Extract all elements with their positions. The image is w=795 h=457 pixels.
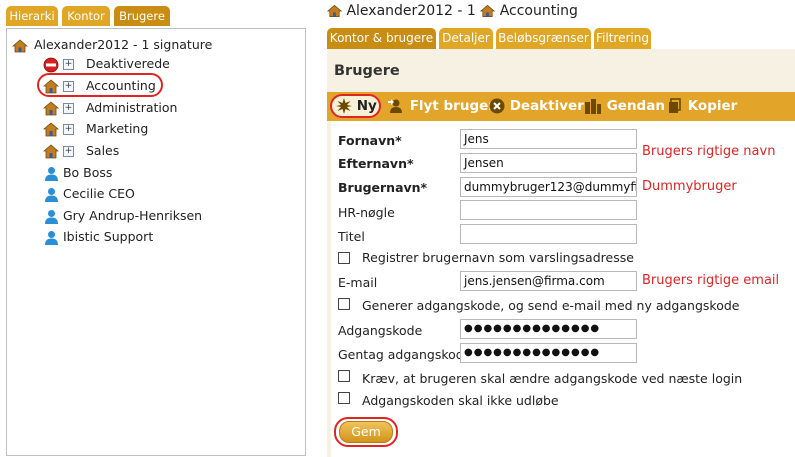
tree-user-item[interactable]: Gry Andrup-Henriksen [44, 207, 202, 225]
tree-user-item[interactable]: Bo Boss [44, 164, 112, 182]
user-icon [45, 188, 58, 202]
restore-button[interactable]: Gendan [584, 92, 665, 121]
user-icon [45, 231, 58, 245]
repeat-password-label: Gentag adgangskode [338, 347, 472, 362]
email-field[interactable]: jens.jensen@firma.com [460, 271, 637, 291]
username-field[interactable]: dummybruger123@dummyfirma.dk [460, 177, 637, 197]
tab-belobsgraenser[interactable]: Beløbsgrænser [496, 28, 591, 49]
register-checkbox[interactable] [338, 252, 350, 264]
tree-item-label: Administration [85, 100, 178, 115]
tree-user-label: Bo Boss [62, 165, 113, 180]
password-field[interactable]: ●●●●●●●●●●●●●● [460, 319, 637, 339]
never-expire-checkbox[interactable] [338, 392, 350, 404]
star-burst-icon [336, 98, 352, 114]
annotation-real-email: Brugers rigtige email [642, 273, 780, 288]
deactivate-label: Deaktiver [509, 98, 584, 114]
tree-user-label: Cecilie CEO [62, 186, 135, 201]
firstname-field[interactable]: Jens [460, 129, 637, 149]
email-label: E-mail [338, 275, 378, 290]
tree-user-item[interactable]: Ibistic Support [44, 228, 153, 246]
never-expire-label: Adgangskoden skal ikke udløbe [362, 393, 559, 408]
password-label: Adgangskode [338, 323, 423, 338]
firstname-label: Fornavn* [338, 133, 402, 148]
tree-item-label: Marketing [85, 121, 149, 136]
title-field[interactable] [460, 224, 637, 244]
tab-hierarki[interactable]: Hierarki [6, 6, 58, 26]
register-label: Registrer brugernavn som varslingsadress… [362, 250, 634, 265]
tab-kontor[interactable]: Kontor [62, 6, 110, 26]
copy-icon [669, 98, 681, 113]
expand-icon[interactable]: + [62, 59, 74, 70]
tree-item-administration[interactable]: + Administration [43, 99, 177, 117]
lastname-label: Efternavn* [338, 156, 414, 171]
annotation-dummy-user: Dummybruger [642, 179, 737, 194]
expand-icon[interactable]: + [62, 146, 74, 157]
user-icon [45, 167, 58, 181]
house-icon [43, 122, 59, 137]
tab-detaljer[interactable]: Detaljer [439, 28, 493, 49]
house-icon [12, 38, 28, 52]
require-change-label: Kræv, at brugeren skal ændre adgangskode… [362, 371, 743, 386]
deactivate-icon [489, 98, 505, 114]
require-change-checkbox[interactable] [338, 370, 350, 382]
annotation-real-name: Brugers rigtige navn [642, 144, 776, 159]
tree-item-marketing[interactable]: + Marketing [43, 120, 148, 138]
copy-button[interactable]: Kopier [667, 92, 737, 121]
house-icon [43, 101, 59, 116]
house-icon [43, 144, 59, 159]
restore-label: Gendan [606, 98, 665, 114]
new-button-label: Ny [356, 98, 377, 114]
generate-password-checkbox[interactable] [338, 298, 350, 310]
save-button[interactable]: Gem [339, 421, 393, 443]
move-user-label: Flyt bruger [409, 98, 495, 114]
hr-field[interactable] [460, 200, 637, 220]
breadcrumb-office[interactable]: Accounting [500, 3, 578, 19]
tree-user-label: Gry Andrup-Henriksen [62, 208, 203, 223]
tab-brugere[interactable]: Brugere [114, 6, 170, 26]
tab-filtrering[interactable]: Filtrering [594, 28, 651, 49]
building-icon [585, 99, 601, 114]
breadcrumb: Alexander2012 - 1 Accounting [327, 3, 578, 19]
generate-password-label: Generer adgangskode, og send e-mail med … [362, 298, 740, 313]
breadcrumb-company[interactable]: Alexander2012 - 1 [346, 3, 475, 19]
tree-root[interactable]: Alexander2012 - 1 signature [12, 37, 212, 53]
copy-label: Kopier [687, 98, 738, 114]
tree-item-sales[interactable]: + Sales [43, 142, 119, 160]
expand-icon[interactable]: + [62, 124, 74, 135]
tree-user-item[interactable]: Cecilie CEO [44, 185, 135, 203]
expand-icon[interactable]: + [62, 103, 74, 114]
house-icon [327, 4, 342, 17]
tree-root-label: Alexander2012 - 1 signature [33, 37, 213, 52]
user-icon [45, 210, 58, 224]
tree-item-label: Deaktiverede [85, 56, 170, 71]
move-user-button[interactable]: Flyt bruger [387, 92, 495, 121]
tab-kontor-brugere[interactable]: Kontor & brugere [327, 28, 436, 49]
tree-item-deaktiverede[interactable]: + Deaktiverede [43, 55, 170, 73]
new-button[interactable]: Ny [336, 92, 377, 121]
tree-user-label: Ibistic Support [62, 229, 154, 244]
tree-item-label: Sales [85, 143, 120, 158]
accounting-highlight [37, 73, 163, 97]
move-user-icon [388, 99, 402, 113]
hr-label: HR-nøgle [338, 205, 395, 220]
lastname-field[interactable]: Jensen [460, 153, 637, 173]
section-title: Brugere [334, 63, 400, 79]
title-label: Titel [338, 229, 365, 244]
no-entry-icon [43, 57, 59, 72]
house-icon [480, 4, 496, 17]
repeat-password-field[interactable]: ●●●●●●●●●●●●●● [460, 343, 637, 363]
username-label: Brugernavn* [338, 180, 428, 195]
deactivate-button[interactable]: Deaktiver [489, 92, 584, 121]
